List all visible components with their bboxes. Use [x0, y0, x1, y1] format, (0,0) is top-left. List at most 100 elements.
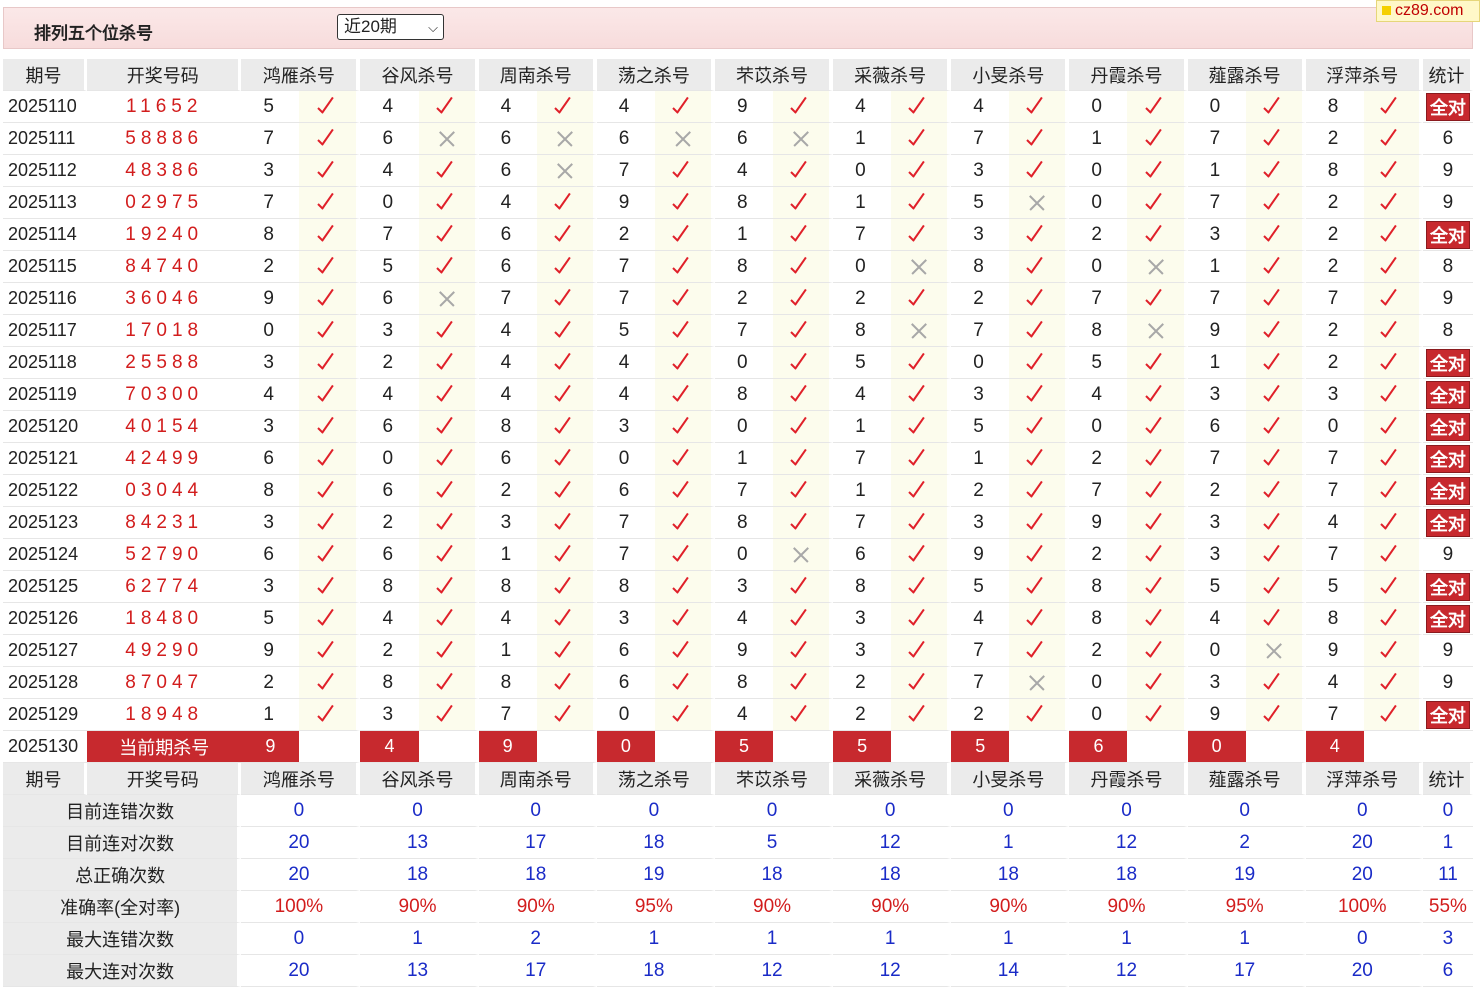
- result-cell: [1127, 379, 1188, 411]
- check-icon: [1025, 129, 1049, 149]
- check-icon: [907, 705, 931, 725]
- result-cell: [418, 667, 479, 699]
- kill-number-cell: 2: [1069, 443, 1128, 475]
- kill-number-cell: 2: [951, 475, 1010, 507]
- period-cell: 2025116: [3, 283, 88, 315]
- kill-number-cell: 4: [478, 347, 537, 379]
- cross-icon: [1146, 257, 1166, 277]
- check-icon: [553, 289, 577, 309]
- check-icon: [1025, 705, 1049, 725]
- kill-number-cell: 7: [478, 283, 537, 315]
- result-cell: [1009, 539, 1070, 571]
- result-cell: [773, 667, 834, 699]
- kill-number-cell: 3: [951, 379, 1010, 411]
- result-cell: [1245, 347, 1306, 379]
- kill-number-cell: 9: [1187, 699, 1246, 731]
- kill-number-cell: 3: [241, 347, 300, 379]
- check-icon: [1262, 705, 1286, 725]
- kill-number-cell: 8: [714, 507, 774, 539]
- check-icon: [1144, 481, 1168, 501]
- result-cell: [1127, 251, 1188, 283]
- summary-value: 14: [951, 955, 1070, 987]
- result-cell: [418, 635, 479, 667]
- check-icon: [435, 577, 459, 597]
- summary-value: 18: [596, 827, 715, 859]
- kill-number-cell: 2: [1305, 187, 1364, 219]
- check-icon: [1025, 353, 1049, 373]
- check-icon: [907, 513, 931, 533]
- stat-cell: 9: [1422, 667, 1473, 699]
- summary-value: 19: [596, 859, 715, 891]
- kill-number-cell: 0: [1187, 91, 1246, 123]
- kill-number-cell: 0: [714, 411, 774, 443]
- period-select[interactable]: 近20期 ⌵: [337, 14, 444, 40]
- kill-number-cell: 8: [478, 667, 537, 699]
- check-icon: [435, 257, 459, 277]
- kill-number-cell: 5: [596, 315, 655, 347]
- summary-value: 13: [360, 955, 479, 987]
- stat-cell: 9: [1422, 155, 1473, 187]
- check-icon: [553, 97, 577, 117]
- check-icon: [435, 609, 459, 629]
- kill-number-cell: 0: [1069, 155, 1128, 187]
- check-icon: [553, 481, 577, 501]
- check-icon: [789, 449, 813, 469]
- check-icon: [553, 385, 577, 405]
- kill-number-cell: 0: [1069, 251, 1128, 283]
- check-icon: [316, 641, 340, 661]
- result-cell: [891, 251, 952, 283]
- period-cell: 2025126: [3, 603, 88, 635]
- kill-number-cell: 3: [241, 155, 300, 187]
- check-icon: [1144, 385, 1168, 405]
- kill-number-cell: 1: [478, 539, 537, 571]
- result-cell: [536, 187, 597, 219]
- check-icon: [316, 97, 340, 117]
- draw-number-cell: 03044: [87, 475, 242, 507]
- kill-number-cell: 2: [1305, 347, 1364, 379]
- check-icon: [435, 161, 459, 181]
- kill-number-cell: 4: [1305, 667, 1364, 699]
- result-cell: [536, 251, 597, 283]
- table-row: 2025120 40154 3 6 8 3 0 1 5 0 6 0 全对: [3, 411, 1473, 443]
- check-icon: [1144, 353, 1168, 373]
- check-icon: [671, 257, 695, 277]
- all-correct-badge: 全对: [1425, 604, 1470, 633]
- check-icon: [671, 641, 695, 661]
- result-cell: [299, 475, 361, 507]
- kill-number-cell: 1: [478, 635, 537, 667]
- period-cell: 2025114: [3, 219, 88, 251]
- col-stat-header: 统计: [1422, 763, 1473, 795]
- kill-number-cell: 9: [951, 539, 1010, 571]
- result-cell: [418, 347, 479, 379]
- col-stat-header: 统计: [1422, 59, 1473, 91]
- kill-number-cell: 6: [596, 475, 655, 507]
- result-cell: [1245, 411, 1306, 443]
- result-cell: [299, 251, 361, 283]
- result-cell: [418, 411, 479, 443]
- stat-cell: 8: [1422, 315, 1473, 347]
- current-blank-cell: [1009, 731, 1070, 763]
- kill-number-cell: 8: [1069, 315, 1128, 347]
- result-cell: [299, 315, 361, 347]
- kill-number-cell: 0: [1305, 411, 1364, 443]
- summary-label: 目前连错次数: [3, 795, 242, 827]
- stat-cell: 9: [1422, 635, 1473, 667]
- kill-number-cell: 6: [596, 667, 655, 699]
- check-icon: [316, 257, 340, 277]
- result-cell: [891, 347, 952, 379]
- kill-number-cell: 7: [1305, 283, 1364, 315]
- result-cell: [536, 219, 597, 251]
- brand-logo[interactable]: cz89.com: [1376, 0, 1480, 22]
- result-cell: [773, 635, 834, 667]
- result-cell: [536, 699, 597, 731]
- result-cell: [536, 571, 597, 603]
- check-icon: [316, 129, 340, 149]
- result-cell: [536, 635, 597, 667]
- kill-number-cell: 2: [1305, 123, 1364, 155]
- cross-icon: [1027, 193, 1047, 213]
- col-expert-header: 谷风杀号: [360, 59, 479, 91]
- all-correct-badge: 全对: [1425, 348, 1470, 377]
- summary-value: 18: [714, 859, 834, 891]
- top-bar: 排列五个位杀号 近20期 ⌵: [3, 7, 1473, 49]
- kill-number-cell: 3: [360, 699, 419, 731]
